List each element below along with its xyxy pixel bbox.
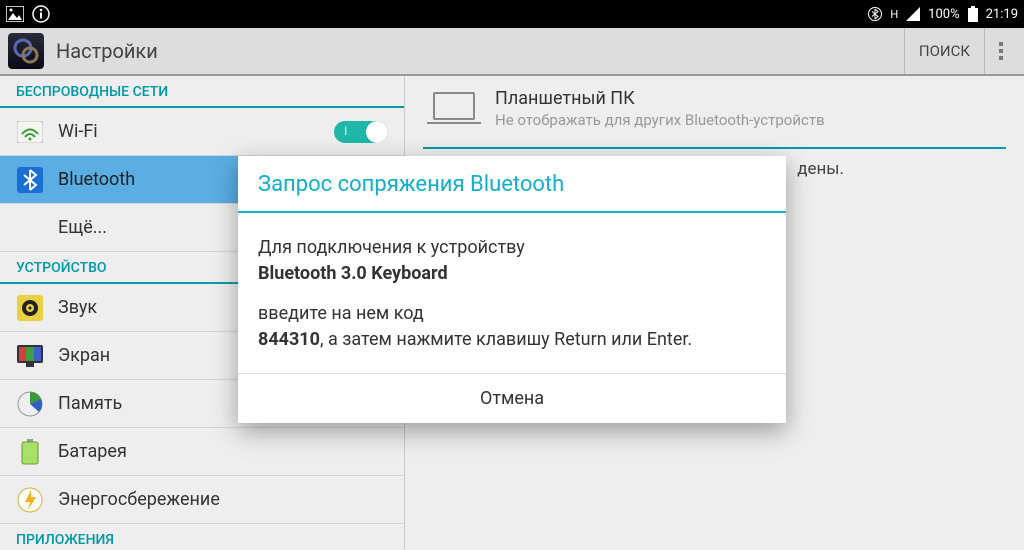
- overflow-menu-button[interactable]: [984, 28, 1016, 74]
- sidebar-item-label: Wi-Fi: [58, 121, 334, 142]
- content-divider: [423, 147, 1006, 149]
- page-title: Настройки: [56, 39, 158, 63]
- storage-icon: [16, 390, 44, 418]
- sidebar-item-label: Энергосбережение: [58, 489, 388, 510]
- section-apps: ПРИЛОЖЕНИЯ: [0, 524, 404, 550]
- dialog-title: Запрос сопряжения Bluetooth: [238, 156, 786, 211]
- info-icon: [32, 5, 50, 23]
- sound-icon: [16, 294, 44, 322]
- bluetooth-icon: [16, 166, 44, 194]
- bluetooth-status-icon: [868, 7, 882, 21]
- sidebar-item-battery[interactable]: Батарея: [0, 428, 404, 476]
- app-header: Настройки ПОИСК: [0, 28, 1024, 76]
- signal-icon: [906, 7, 920, 21]
- wifi-icon: [16, 118, 44, 146]
- sidebar-item-label: Батарея: [58, 441, 388, 462]
- tablet-icon: [433, 92, 475, 120]
- device-name: Планшетный ПК: [495, 88, 825, 109]
- bluetooth-pairing-dialog: Запрос сопряжения Bluetooth Для подключе…: [238, 156, 786, 423]
- battery-icon: [968, 6, 978, 22]
- display-icon: [16, 342, 44, 370]
- cancel-button[interactable]: Отмена: [238, 373, 786, 423]
- pairing-device-name: Bluetooth 3.0 Keyboard: [258, 263, 448, 284]
- dialog-body: Для подключения к устройству Bluetooth 3…: [238, 213, 786, 373]
- battery-percent: 100%: [928, 7, 959, 22]
- clock: 21:19: [986, 7, 1018, 22]
- wifi-toggle[interactable]: I: [334, 121, 388, 143]
- battery-icon: [16, 438, 44, 466]
- power-saving-icon: [16, 486, 44, 514]
- sidebar-item-wifi[interactable]: Wi-Fi I: [0, 108, 404, 156]
- status-bar: H 100% 21:19: [0, 0, 1024, 28]
- image-icon: [6, 6, 24, 22]
- search-button[interactable]: ПОИСК: [904, 28, 984, 74]
- section-wireless: БЕСПРОВОДНЫЕ СЕТИ: [0, 76, 404, 106]
- sidebar-item-power-saving[interactable]: Энергосбережение: [0, 476, 404, 524]
- this-device-row[interactable]: Планшетный ПК Не отображать для других B…: [405, 88, 1024, 141]
- pairing-code: 844310: [258, 329, 320, 350]
- network-type: H: [890, 8, 898, 21]
- settings-app-icon: [8, 33, 44, 69]
- device-visibility: Не отображать для других Bluetooth-устро…: [495, 111, 825, 129]
